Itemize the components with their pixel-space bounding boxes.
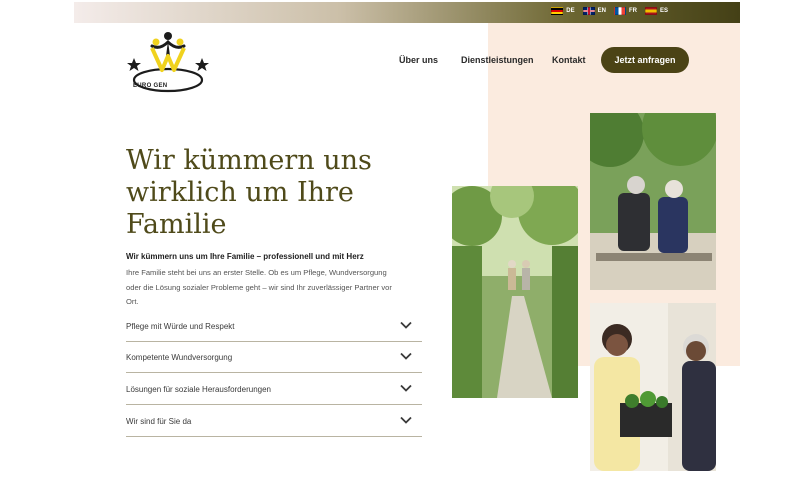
accordion-item-wound-care[interactable]: Kompetente Wundversorgung (126, 343, 422, 373)
accordion-item-care[interactable]: Pflege mit Würde und Respekt (126, 312, 422, 342)
accordion-label: Pflege mit Würde und Respekt (126, 322, 235, 331)
request-button[interactable]: Jetzt anfragen (601, 47, 689, 73)
chevron-down-icon (400, 352, 412, 360)
lang-de-label: DE (566, 8, 575, 14)
nav-link-contact[interactable]: Kontakt (552, 55, 586, 65)
accordion-label: Wir sind für Sie da (126, 417, 192, 426)
nav-link-about[interactable]: Über uns (399, 55, 438, 65)
home-visit-photo (590, 303, 716, 471)
park-walk-photo (452, 186, 578, 398)
lang-es-label: ES (659, 8, 668, 14)
accordion-item-support[interactable]: Wir sind für Sie da (126, 407, 422, 437)
chevron-down-icon (400, 384, 412, 392)
spanish-flag-icon (644, 7, 657, 15)
hero-subtitle: Wir kümmern uns um Ihre Familie – profes… (126, 252, 364, 261)
accordion-label: Lösungen für soziale Herausforderungen (126, 385, 271, 394)
lang-de-link[interactable]: DE (551, 7, 575, 15)
french-flag-icon (613, 7, 626, 15)
language-bar: DE EN FR ES (74, 2, 740, 23)
lang-en-label: EN (597, 8, 606, 14)
lang-fr-label: FR (628, 8, 637, 14)
accordion-item-social[interactable]: Lösungen für soziale Herausforderungen (126, 375, 422, 405)
nav-link-services[interactable]: Dienstleistungen (461, 55, 534, 65)
uk-flag-icon (582, 7, 595, 15)
seniors-bench-photo (590, 113, 716, 290)
lang-fr-link[interactable]: FR (613, 7, 637, 15)
hero-intro: Ihre Familie steht bei uns an erster Ste… (126, 268, 392, 306)
page: DE EN FR ES EURO GEN Über uns Dienstleis… (74, 2, 740, 480)
chevron-down-icon (400, 416, 412, 424)
language-switcher: DE EN FR ES (551, 7, 668, 15)
page-title: Wir kümmern uns wirklich um Ihre Familie (126, 145, 372, 240)
lang-es-link[interactable]: ES (644, 7, 668, 15)
german-flag-icon (551, 7, 564, 15)
accordion-label: Kompetente Wundversorgung (126, 353, 233, 362)
logo-text: EURO GEN (133, 83, 168, 89)
chevron-down-icon (400, 321, 412, 329)
lang-en-link[interactable]: EN (582, 7, 606, 15)
